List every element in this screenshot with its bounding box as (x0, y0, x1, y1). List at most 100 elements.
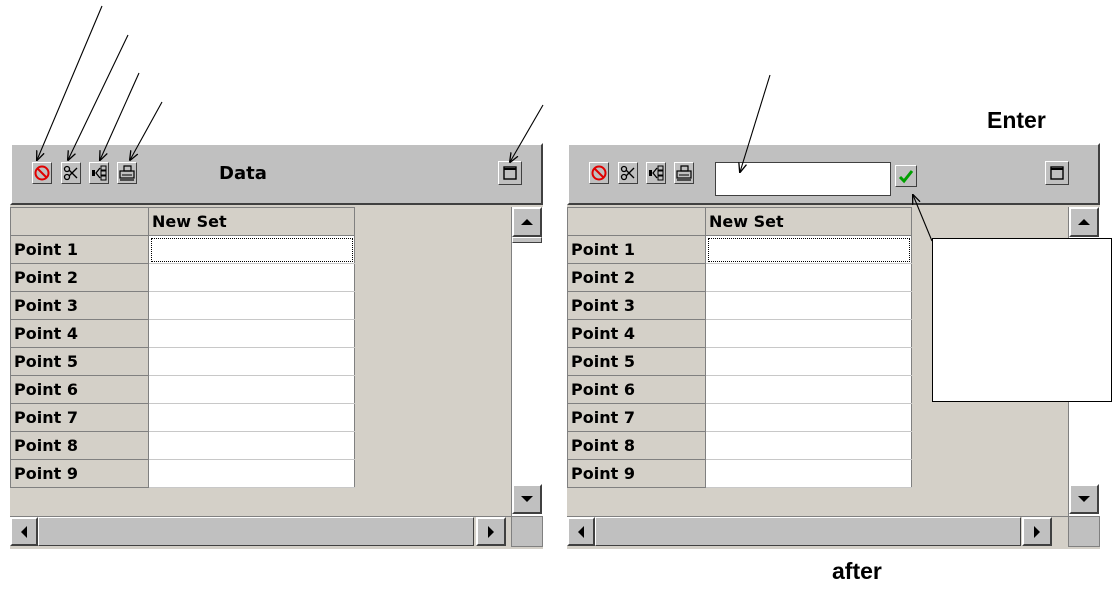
maximize-icon (1050, 166, 1064, 180)
corner-cell[interactable] (567, 207, 706, 236)
data-cell[interactable] (705, 347, 912, 376)
scroll-up-button[interactable] (512, 207, 542, 237)
data-window-before: Data New Set Point 1 Point 2 Point 3 Poi… (10, 143, 543, 549)
data-cell[interactable] (148, 263, 355, 292)
data-cell[interactable] (705, 291, 912, 320)
row-header[interactable]: Point 4 (10, 319, 149, 348)
row-header[interactable]: Point 1 (567, 235, 706, 264)
toolbar: Data (10, 143, 543, 205)
print-icon (676, 165, 692, 181)
scroll-up-button[interactable] (1069, 207, 1099, 237)
row-header[interactable]: Point 8 (10, 431, 149, 460)
scroll-thumb-horizontal[interactable] (595, 517, 1021, 546)
data-cell[interactable] (705, 375, 912, 404)
table-row: Point 2 (10, 263, 355, 292)
callout-box (932, 238, 1112, 402)
row-header[interactable]: Point 9 (10, 459, 149, 488)
table-row: Point 7 (567, 403, 912, 432)
table-row: Point 5 (567, 347, 912, 376)
row-header[interactable]: Point 5 (10, 347, 149, 376)
cut-button[interactable] (618, 162, 638, 184)
data-cell[interactable] (148, 347, 355, 376)
data-cell[interactable] (148, 291, 355, 320)
arrow-right-icon (1034, 525, 1040, 538)
print-button[interactable] (117, 162, 137, 184)
data-cell[interactable] (705, 263, 912, 292)
cell-edit-input[interactable] (715, 162, 891, 196)
table-row: Point 6 (10, 375, 355, 404)
arrow-right-icon (488, 525, 494, 538)
print-icon (119, 165, 135, 181)
data-cell[interactable] (705, 235, 912, 264)
row-header[interactable]: Point 7 (567, 403, 706, 432)
scroll-thumb-horizontal[interactable] (38, 517, 474, 546)
table-row: Point 9 (567, 459, 912, 488)
data-cell[interactable] (148, 375, 355, 404)
corner-cell[interactable] (10, 207, 149, 236)
row-header[interactable]: Point 7 (10, 403, 149, 432)
data-cell[interactable] (705, 459, 912, 488)
scroll-right-button[interactable] (1022, 517, 1052, 546)
table-row: Point 3 (567, 291, 912, 320)
window-title: Data (219, 163, 267, 184)
row-header[interactable]: Point 2 (567, 263, 706, 292)
table-row: Point 1 (10, 235, 355, 264)
horizontal-scrollbar[interactable] (10, 516, 511, 547)
table-row: Point 1 (567, 235, 912, 264)
table-row: Point 4 (10, 319, 355, 348)
row-header[interactable]: Point 4 (567, 319, 706, 348)
accept-button[interactable] (895, 165, 917, 187)
column-header[interactable]: New Set (148, 207, 355, 236)
scroll-down-button[interactable] (1069, 484, 1099, 514)
cut-button[interactable] (61, 162, 81, 184)
move-button[interactable] (89, 162, 109, 184)
move-icon (649, 165, 664, 181)
data-cell[interactable] (148, 431, 355, 460)
scroll-thumb[interactable] (512, 237, 542, 243)
data-cell[interactable] (705, 403, 912, 432)
arrow-up-icon (521, 219, 533, 225)
arrow-up-icon (1078, 219, 1090, 225)
table-row: Point 4 (567, 319, 912, 348)
no-entry-icon (591, 165, 607, 181)
table-row: Point 5 (10, 347, 355, 376)
vertical-scrollbar[interactable] (511, 207, 543, 516)
arrow-left-icon (578, 525, 584, 538)
row-header[interactable]: Point 6 (567, 375, 706, 404)
toolbar (567, 143, 1100, 205)
data-cell[interactable] (148, 235, 355, 264)
print-button[interactable] (674, 162, 694, 184)
row-header[interactable]: Point 2 (10, 263, 149, 292)
table-row: Point 2 (567, 263, 912, 292)
scissors-icon (620, 165, 635, 181)
scroll-corner (1068, 516, 1100, 547)
scroll-right-button[interactable] (476, 517, 506, 546)
header-row: New Set (10, 207, 355, 236)
cancel-button[interactable] (32, 162, 52, 184)
maximize-button[interactable] (498, 161, 522, 185)
scroll-left-button[interactable] (567, 517, 595, 546)
maximize-icon (503, 166, 517, 180)
row-header[interactable]: Point 8 (567, 431, 706, 460)
row-header[interactable]: Point 3 (567, 291, 706, 320)
move-button[interactable] (646, 162, 666, 184)
arrow-down-icon (1078, 496, 1090, 502)
column-header[interactable]: New Set (705, 207, 912, 236)
horizontal-scrollbar[interactable] (567, 516, 1068, 547)
arrow-down-icon (521, 496, 533, 502)
checkmark-icon (898, 170, 914, 184)
row-header[interactable]: Point 3 (10, 291, 149, 320)
data-cell[interactable] (705, 319, 912, 348)
data-cell[interactable] (148, 319, 355, 348)
row-header[interactable]: Point 1 (10, 235, 149, 264)
cancel-button[interactable] (589, 162, 609, 184)
row-header[interactable]: Point 9 (567, 459, 706, 488)
row-header[interactable]: Point 6 (10, 375, 149, 404)
row-header[interactable]: Point 5 (567, 347, 706, 376)
data-cell[interactable] (705, 431, 912, 460)
scroll-down-button[interactable] (512, 484, 542, 514)
maximize-button[interactable] (1045, 161, 1069, 185)
data-cell[interactable] (148, 459, 355, 488)
scroll-left-button[interactable] (10, 517, 38, 546)
data-cell[interactable] (148, 403, 355, 432)
